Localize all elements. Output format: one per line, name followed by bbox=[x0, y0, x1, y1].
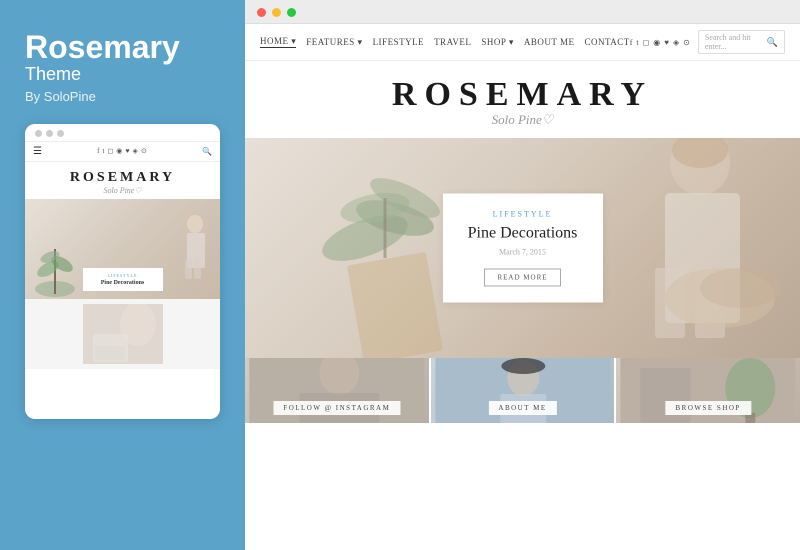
nav-bar: HOME ▾ FEATURES ▾ LIFESTYLE TRAVEL SHOP … bbox=[245, 24, 800, 61]
nav-travel[interactable]: TRAVEL bbox=[434, 37, 471, 47]
main-content: HOME ▾ FEATURES ▾ LIFESTYLE TRAVEL SHOP … bbox=[245, 0, 800, 550]
mobile-fb-icon: f bbox=[97, 147, 99, 155]
mobile-hero-card: LIFESTYLE Pine Decorations bbox=[83, 268, 163, 291]
hero-date: March 7, 2015 bbox=[463, 248, 583, 257]
bottom-panel-about-label[interactable]: ABOUT ME bbox=[488, 401, 556, 415]
social-rss-icon[interactable]: ◈ bbox=[673, 38, 679, 47]
browser-maximize-dot[interactable] bbox=[287, 8, 296, 17]
mobile-ig-icon: ◻ bbox=[107, 147, 113, 155]
social-ig-icon[interactable]: ◻ bbox=[643, 38, 650, 47]
nav-social-icons: f t ◻ ◉ ♥ ◈ ⊙ bbox=[630, 38, 690, 47]
mobile-logo-sub: Solo Pine♡ bbox=[29, 186, 216, 195]
social-tw-icon[interactable]: t bbox=[636, 38, 638, 47]
nav-search-placeholder: Search and hit enter... bbox=[705, 33, 763, 51]
mobile-dot-2 bbox=[46, 130, 53, 137]
mobile-heart-icon: ♥ bbox=[125, 147, 129, 155]
mobile-person-decoration bbox=[175, 209, 210, 289]
mobile-hamburger-icon: ☰ bbox=[33, 146, 42, 157]
mobile-search-icon[interactable]: 🔍 bbox=[202, 147, 212, 156]
sidebar-subtitle: Theme bbox=[25, 65, 220, 85]
social-pin-icon[interactable]: ◉ bbox=[653, 38, 660, 47]
hero-category: LIFESTYLE bbox=[463, 210, 583, 219]
bottom-panel-instagram-label[interactable]: FOLLOW @ INSTAGRAM bbox=[273, 401, 400, 415]
social-cart-icon[interactable]: ⊙ bbox=[683, 38, 690, 47]
sidebar-title: Rosemary bbox=[25, 30, 220, 65]
mobile-plant-decoration bbox=[30, 239, 80, 299]
nav-home[interactable]: HOME ▾ bbox=[260, 36, 296, 48]
social-heart-icon[interactable]: ♥ bbox=[664, 38, 669, 47]
hero-hands-figure bbox=[660, 238, 790, 338]
mobile-social-icons: f t ◻ ◉ ♥ ◈ ⊙ bbox=[97, 147, 147, 155]
mobile-cart-icon: ⊙ bbox=[141, 147, 147, 155]
mobile-hero-title: Pine Decorations bbox=[91, 280, 155, 286]
site-header: ROSEMARY Solo Pine♡ bbox=[245, 61, 800, 138]
bottom-panel-shop: BROWSE SHOP bbox=[616, 358, 800, 423]
mobile-dot-3 bbox=[57, 130, 64, 137]
mobile-nav: ☰ f t ◻ ◉ ♥ ◈ ⊙ 🔍 bbox=[25, 142, 220, 162]
mobile-hero-image: LIFESTYLE Pine Decorations bbox=[25, 199, 220, 299]
website-preview: HOME ▾ FEATURES ▾ LIFESTYLE TRAVEL SHOP … bbox=[245, 24, 800, 550]
hero-read-more-button[interactable]: READ MORE bbox=[484, 269, 560, 287]
mobile-pin-icon: ◉ bbox=[116, 147, 122, 155]
nav-search-icon[interactable]: 🔍 bbox=[767, 37, 778, 48]
mobile-lower-preview bbox=[25, 299, 220, 369]
mobile-logo-area: ROSEMARY Solo Pine♡ bbox=[25, 162, 220, 199]
nav-links: HOME ▾ FEATURES ▾ LIFESTYLE TRAVEL SHOP … bbox=[260, 36, 630, 48]
sidebar: Rosemary Theme By SoloPine ☰ f t ◻ ◉ ♥ ◈… bbox=[0, 0, 245, 550]
browser-chrome bbox=[245, 0, 800, 24]
mobile-preview: ☰ f t ◻ ◉ ♥ ◈ ⊙ 🔍 ROSEMARY Solo Pine♡ bbox=[25, 124, 220, 419]
mobile-logo-main: ROSEMARY bbox=[29, 170, 216, 186]
bottom-strip: FOLLOW @ INSTAGRAM ABOUT ME bbox=[245, 358, 800, 423]
mobile-hero-category: LIFESTYLE bbox=[91, 273, 155, 278]
bottom-panel-about: ABOUT ME bbox=[431, 358, 617, 423]
mobile-tw-icon: t bbox=[103, 147, 105, 155]
hero-card: LIFESTYLE Pine Decorations March 7, 2015… bbox=[443, 194, 603, 303]
browser-close-dot[interactable] bbox=[257, 8, 266, 17]
hero-section: LIFESTYLE Pine Decorations March 7, 2015… bbox=[245, 138, 800, 358]
site-logo-main: ROSEMARY bbox=[245, 76, 800, 114]
nav-lifestyle[interactable]: LIFESTYLE bbox=[373, 37, 425, 47]
nav-features[interactable]: FEATURES ▾ bbox=[306, 37, 362, 48]
nav-shop[interactable]: SHOP ▾ bbox=[481, 37, 513, 48]
mobile-top-bar bbox=[25, 124, 220, 142]
sidebar-author: By SoloPine bbox=[25, 89, 220, 104]
nav-contact[interactable]: CONTACT bbox=[584, 37, 629, 47]
nav-search-area[interactable]: Search and hit enter... 🔍 bbox=[698, 30, 785, 54]
mobile-rss-icon: ◈ bbox=[133, 147, 138, 155]
social-fb-icon[interactable]: f bbox=[630, 38, 633, 47]
mobile-dot-1 bbox=[35, 130, 42, 137]
hero-title: Pine Decorations bbox=[463, 225, 583, 243]
site-logo-sub: Solo Pine♡ bbox=[245, 112, 800, 128]
bottom-panel-instagram: FOLLOW @ INSTAGRAM bbox=[245, 358, 431, 423]
nav-about[interactable]: ABOUT ME bbox=[524, 37, 575, 47]
browser-minimize-dot[interactable] bbox=[272, 8, 281, 17]
mobile-lower-image bbox=[83, 304, 163, 364]
bottom-panel-shop-label[interactable]: BROWSE SHOP bbox=[666, 401, 751, 415]
